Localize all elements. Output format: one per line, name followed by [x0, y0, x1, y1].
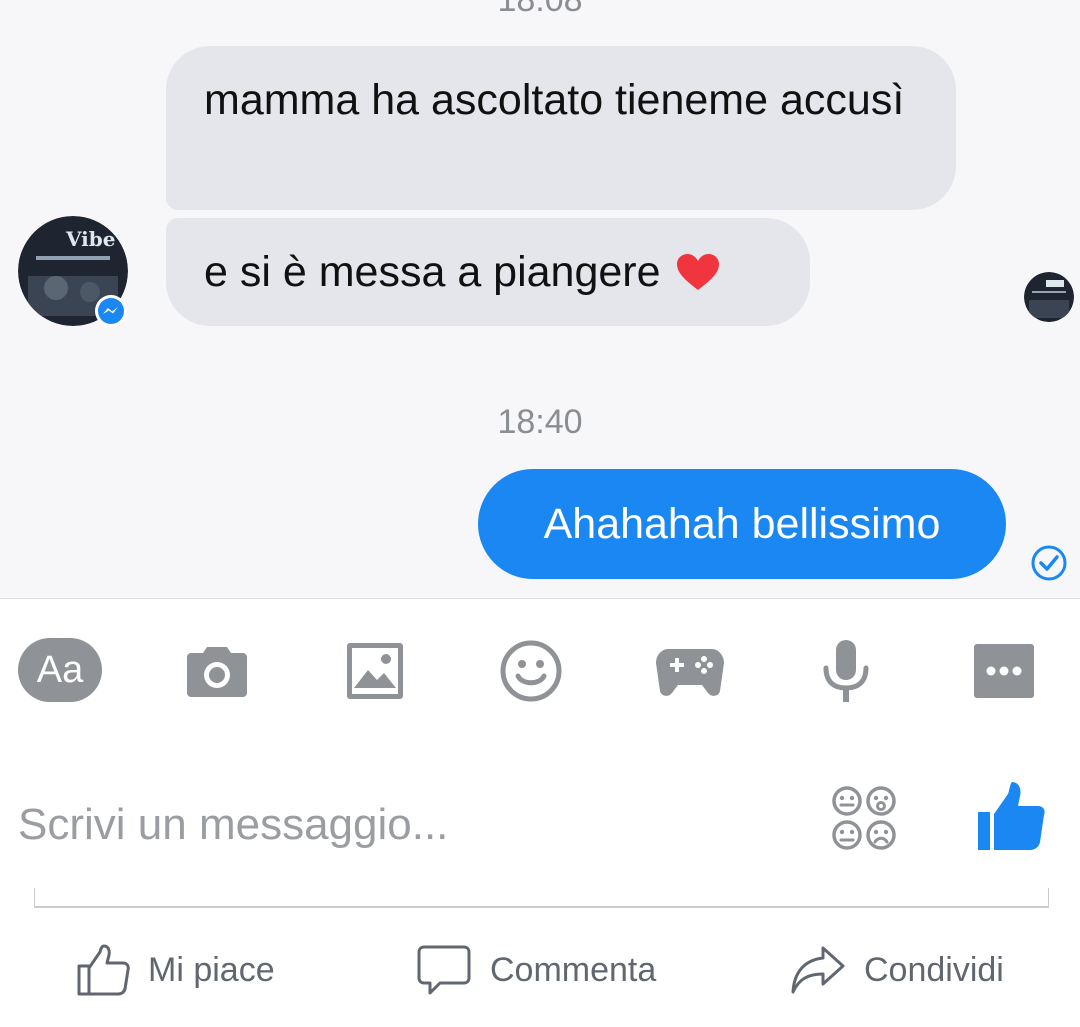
avatar-logo-text: Vibe drum: [65, 227, 128, 251]
camera-icon: [187, 647, 247, 697]
screen: 18:08 mamma ha ascoltato tieneme accusì …: [0, 0, 1080, 1027]
gallery-button[interactable]: [344, 638, 406, 704]
stickers-icon[interactable]: [830, 784, 900, 854]
messenger-badge-icon: [95, 295, 127, 327]
share-post-label: Condividi: [864, 950, 1004, 989]
share-post-button[interactable]: Condividi: [790, 938, 1004, 1002]
timestamp-mid: 18:40: [497, 403, 583, 441]
divider: [0, 598, 1080, 599]
thumbs-up-icon: [77, 944, 130, 996]
emoji-icon: [500, 640, 562, 702]
incoming-message-1[interactable]: mamma ha ascoltato tieneme accusì: [166, 46, 956, 210]
more-icon: [974, 644, 1034, 698]
comment-post-label: Commenta: [490, 950, 657, 989]
post-actions-bar: Mi piace Commenta Condividi: [0, 930, 1080, 1010]
emoji-button[interactable]: [498, 638, 564, 704]
voice-button[interactable]: [818, 638, 874, 704]
incoming-message-2[interactable]: e si è messa a piangere: [166, 218, 810, 326]
comment-post-button[interactable]: Commenta: [416, 938, 656, 1002]
incoming-message-2-text: e si è messa a piangere: [204, 248, 661, 296]
outgoing-message-text: Ahahahah bellissimo: [543, 499, 941, 548]
post-frame-border: [34, 888, 1049, 908]
game-icon: [656, 649, 724, 696]
seen-avatar: [1024, 272, 1074, 322]
games-button[interactable]: [654, 638, 726, 704]
red-heart-icon: [676, 254, 719, 290]
camera-button[interactable]: [184, 638, 250, 704]
composer-toolbar: Aa: [0, 610, 1080, 730]
message-composer: [0, 770, 1080, 880]
like-post-label: Mi piace: [148, 950, 275, 989]
share-arrow-icon: [791, 946, 845, 994]
incoming-message-1-text: mamma ha ascoltato tieneme accusì: [204, 76, 905, 124]
like-send-icon[interactable]: [976, 780, 1046, 852]
conversation-area: 18:08 mamma ha ascoltato tieneme accusì …: [0, 0, 1080, 598]
text-format-button[interactable]: Aa: [18, 638, 102, 702]
speech-bubble-icon: [417, 945, 471, 995]
timestamp-top: 18:08: [497, 0, 583, 19]
more-options-button[interactable]: [972, 638, 1036, 704]
microphone-icon: [823, 640, 869, 702]
image-icon: [347, 643, 403, 699]
outgoing-message[interactable]: Ahahahah bellissimo: [478, 469, 1006, 579]
message-input[interactable]: [18, 790, 798, 860]
like-post-button[interactable]: Mi piace: [76, 938, 275, 1002]
sent-check-icon: [1031, 545, 1067, 581]
